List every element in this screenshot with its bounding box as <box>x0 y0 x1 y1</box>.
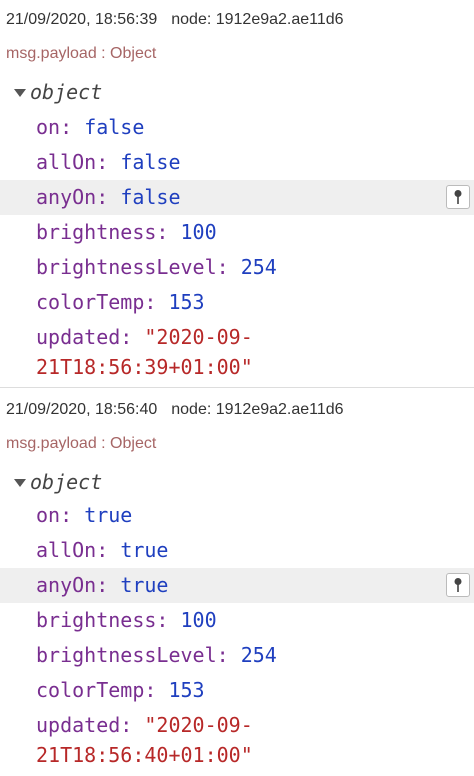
property-row-anyon[interactable]: anyOn: false <box>0 180 474 215</box>
message-meta: 21/09/2020, 18:56:39 node: 1912e9a2.ae11d… <box>6 11 344 29</box>
property-row-allon[interactable]: allOn: false <box>0 145 474 180</box>
pin-button[interactable] <box>446 573 470 597</box>
pin-button[interactable] <box>446 185 470 209</box>
property-key: allOn <box>36 538 97 562</box>
pin-icon <box>454 190 462 204</box>
object-toggle[interactable]: object <box>14 470 102 494</box>
property-row-colortemp[interactable]: colorTemp: 153 <box>0 285 474 320</box>
property-row-allon[interactable]: allOn: true <box>0 533 474 568</box>
property-value: 153 <box>168 678 205 702</box>
property-value-continued: 21T18:56:39+01:00" <box>36 355 253 379</box>
property-key: colorTemp <box>36 678 145 702</box>
property-value: "2020-09- <box>144 713 253 737</box>
message-topic[interactable]: msg.payload : Object <box>6 435 156 453</box>
property-value: true <box>120 538 169 562</box>
property-row-brightnesslevel[interactable]: brightnessLevel: 254 <box>0 638 474 673</box>
message-topic[interactable]: msg.payload : Object <box>6 45 156 63</box>
debug-message: 21/09/2020, 18:56:39 node: 1912e9a2.ae11d… <box>0 0 474 388</box>
property-key: brightness <box>36 608 157 632</box>
caret-down-icon <box>14 479 26 487</box>
property-row-brightness[interactable]: brightness: 100 <box>0 603 474 638</box>
property-value: false <box>120 185 181 209</box>
property-value: false <box>84 115 145 139</box>
property-key: anyOn <box>36 185 97 209</box>
message-node-link[interactable]: node: 1912e9a2.ae11d6 <box>171 11 343 28</box>
property-key: updated <box>36 713 121 737</box>
property-value: 100 <box>180 220 217 244</box>
property-key: brightnessLevel <box>36 255 217 279</box>
property-value: false <box>120 150 181 174</box>
property-key: on <box>36 115 61 139</box>
property-value: 100 <box>180 608 217 632</box>
property-row-on[interactable]: on: true <box>0 498 474 533</box>
object-type-label: object <box>30 470 103 494</box>
property-key: on <box>36 503 61 527</box>
property-key: colorTemp <box>36 290 145 314</box>
property-value: 254 <box>240 255 277 279</box>
property-value: "2020-09- <box>144 325 253 349</box>
object-toggle[interactable]: object <box>14 80 102 104</box>
property-value: true <box>120 573 169 597</box>
property-key: brightnessLevel <box>36 643 217 667</box>
property-row-brightnesslevel[interactable]: brightnessLevel: 254 <box>0 250 474 285</box>
property-key: updated <box>36 325 121 349</box>
property-key: anyOn <box>36 573 97 597</box>
property-row-anyon[interactable]: anyOn: true <box>0 568 474 603</box>
object-type-label: object <box>30 80 103 104</box>
property-value: 254 <box>240 643 277 667</box>
message-meta: 21/09/2020, 18:56:40 node: 1912e9a2.ae11d… <box>6 401 344 419</box>
property-row-on[interactable]: on: false <box>0 110 474 145</box>
property-row-brightness[interactable]: brightness: 100 <box>0 215 474 250</box>
pin-icon <box>454 578 462 592</box>
property-value: true <box>84 503 133 527</box>
message-timestamp: 21/09/2020, 18:56:40 <box>6 401 158 418</box>
property-key: allOn <box>36 150 97 174</box>
property-value: 153 <box>168 290 205 314</box>
message-timestamp: 21/09/2020, 18:56:39 <box>6 11 158 28</box>
property-row-colortemp[interactable]: colorTemp: 153 <box>0 673 474 708</box>
message-node-link[interactable]: node: 1912e9a2.ae11d6 <box>171 401 343 418</box>
property-key: brightness <box>36 220 157 244</box>
debug-message: 21/09/2020, 18:56:40 node: 1912e9a2.ae11d… <box>0 390 474 776</box>
caret-down-icon <box>14 89 26 97</box>
property-value-continued: 21T18:56:40+01:00" <box>36 743 253 767</box>
